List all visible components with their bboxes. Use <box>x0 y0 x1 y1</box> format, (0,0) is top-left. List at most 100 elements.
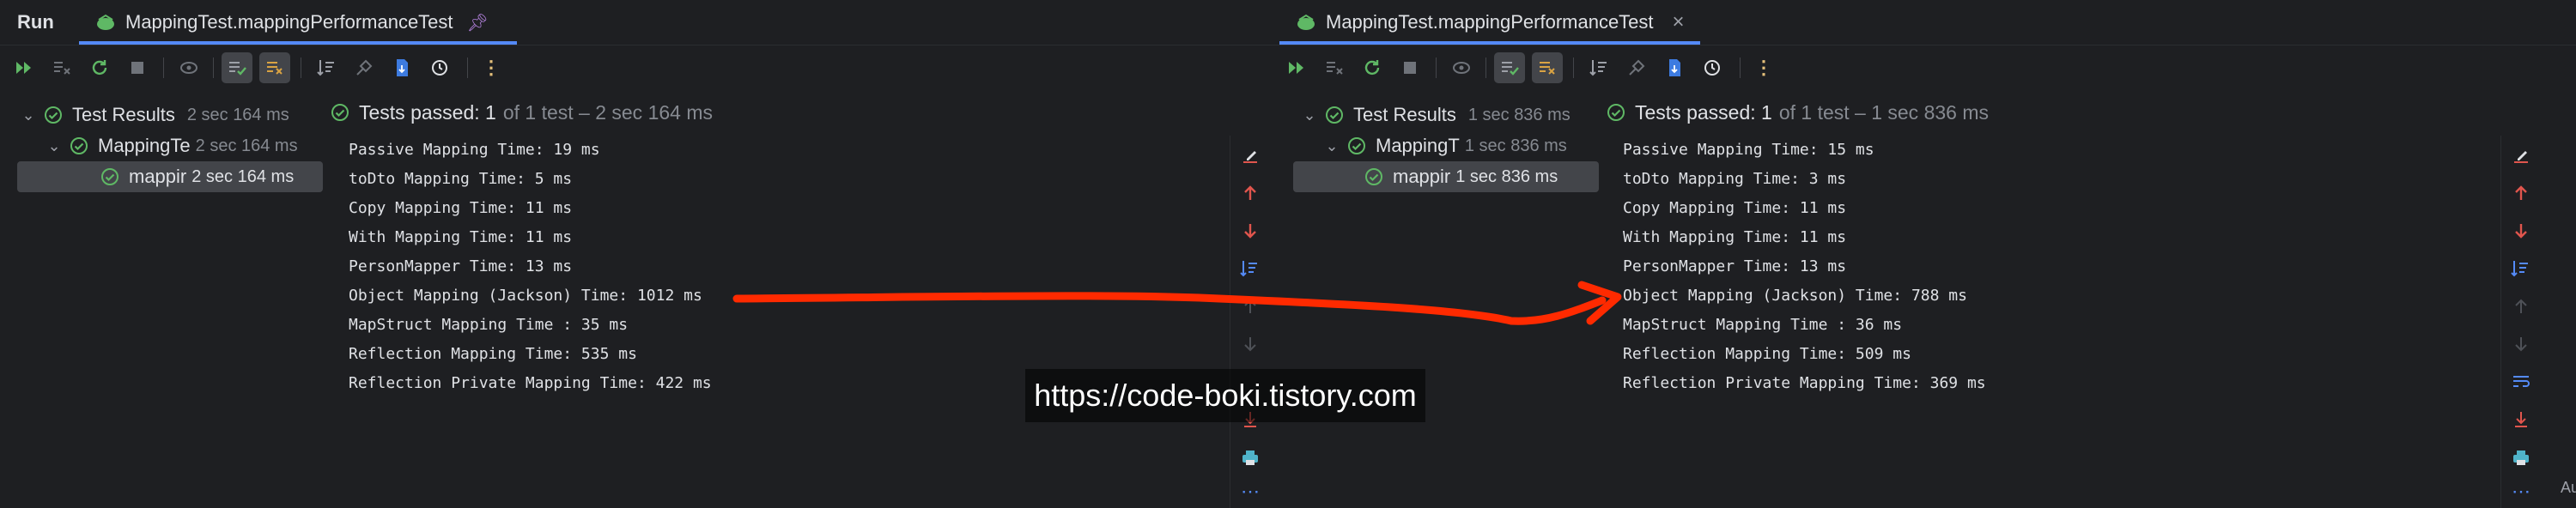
more-icon[interactable]: ⋯ <box>1239 481 1261 503</box>
arrow-down-icon[interactable] <box>1239 333 1261 355</box>
show-passed-icon[interactable] <box>222 52 252 83</box>
run-toolbar: ⋮ <box>1274 45 2576 90</box>
show-passed-icon[interactable] <box>1494 52 1525 83</box>
chevron-down-icon[interactable]: ⌄ <box>45 137 64 155</box>
tree-item-test-results[interactable]: ⌄ Test Results 1 sec 836 ms <box>1274 100 1599 130</box>
toolbar-separator <box>1485 57 1486 78</box>
arrow-up-icon[interactable] <box>2510 182 2532 204</box>
test-tree: ⌄ Test Results 1 sec 836 ms ⌄ MappingT 1… <box>1274 91 1599 508</box>
sort-icon[interactable] <box>1583 52 1614 83</box>
toolbar-separator <box>213 57 214 78</box>
console-line: Copy Mapping Time: 11 ms <box>1623 199 1847 217</box>
export-results-icon[interactable] <box>1659 52 1690 83</box>
tree-item-duration: 1 sec 836 ms <box>1455 166 1558 186</box>
tree-item-mapping-performance-test[interactable]: mappir 1 sec 836 ms <box>1293 161 1599 192</box>
console-line: Copy Mapping Time: 11 ms <box>349 199 573 217</box>
test-status-bar: Tests passed: 1 of 1 test – 2 sec 164 ms <box>330 91 713 134</box>
test-status-bar: Tests passed: 1 of 1 test – 1 sec 836 ms <box>1606 91 1989 134</box>
scroll-to-end-icon[interactable] <box>2510 408 2532 431</box>
clear-all-icon[interactable] <box>2510 144 2532 166</box>
toggle-auto-test-icon[interactable] <box>84 52 115 83</box>
chevron-down-icon[interactable]: ⌄ <box>1322 137 1341 155</box>
check-circle-icon <box>1326 106 1343 124</box>
check-circle-icon <box>101 168 118 185</box>
rerun-icon[interactable] <box>9 52 39 83</box>
tree-item-mapping-test[interactable]: ⌄ MappingT 1 sec 836 ms <box>1274 130 1599 161</box>
close-icon[interactable]: × <box>1673 10 1685 34</box>
toolbar-separator <box>1740 57 1741 78</box>
check-circle-icon <box>70 137 88 154</box>
chevron-down-icon[interactable]: ⌄ <box>19 106 38 124</box>
toolbar-separator <box>467 57 468 78</box>
console-output[interactable]: Passive Mapping Time: 15 ms toDto Mappin… <box>1599 136 2509 508</box>
check-circle-icon <box>1607 104 1625 121</box>
tree-item-mapping-test[interactable]: ⌄ MappingTe 2 sec 164 ms <box>0 130 325 161</box>
tests-summary: of 1 test – 1 sec 836 ms <box>1778 100 1989 124</box>
tree-item-duration: 2 sec 164 ms <box>186 105 289 124</box>
rerun-icon[interactable] <box>1281 52 1312 83</box>
arrow-down-icon[interactable] <box>2510 220 2532 242</box>
history-icon[interactable] <box>1697 52 1728 83</box>
toggle-auto-test-icon[interactable] <box>1357 52 1388 83</box>
eye-icon[interactable] <box>173 52 204 83</box>
tree-item-label: MappingTe <box>98 135 191 156</box>
soft-wrap-icon[interactable] <box>2510 371 2532 393</box>
console-line: Reflection Private Mapping Time: 422 ms <box>349 374 712 392</box>
console-sidebar: ⋯ <box>2500 136 2541 508</box>
left-run-panel: Run MappingTest.mappingPerformanceTest 📌… <box>0 0 1274 508</box>
tree-item-duration: 1 sec 836 ms <box>1464 136 1567 155</box>
pin-icon[interactable]: 📌︎ <box>467 12 489 33</box>
rerun-failed-icon[interactable] <box>1319 52 1350 83</box>
arrow-up-icon[interactable] <box>2510 295 2532 318</box>
console-line: PersonMapper Time: 13 ms <box>349 257 573 275</box>
active-tab-underline <box>1279 41 1700 45</box>
tree-item-test-results[interactable]: ⌄ Test Results 2 sec 164 ms <box>0 100 325 130</box>
stop-icon[interactable] <box>122 52 153 83</box>
check-circle-icon <box>45 106 62 124</box>
right-run-panel: MappingTest.mappingPerformanceTest × ⋮ ⌄… <box>1274 0 2576 508</box>
tree-item-duration: 2 sec 164 ms <box>195 136 298 155</box>
arrow-down-icon[interactable] <box>1239 220 1261 242</box>
clear-all-icon[interactable] <box>1239 144 1261 166</box>
run-tool-window-title: Run <box>17 11 54 33</box>
console-line: Passive Mapping Time: 15 ms <box>1623 141 1874 159</box>
console-output[interactable]: Passive Mapping Time: 19 ms toDto Mappin… <box>325 136 1226 508</box>
tab-label: MappingTest.mappingPerformanceTest <box>125 11 453 33</box>
toolbar-separator <box>1573 57 1574 78</box>
tree-item-mapping-performance-test[interactable]: mappir 2 sec 164 ms <box>17 161 323 192</box>
sort-lines-icon[interactable] <box>1239 257 1261 280</box>
tree-item-duration: 1 sec 836 ms <box>1467 105 1571 124</box>
check-circle-icon <box>1365 168 1382 185</box>
arrow-up-icon[interactable] <box>1239 182 1261 204</box>
import-tests-icon[interactable] <box>1621 52 1652 83</box>
show-ignored-icon[interactable] <box>259 52 290 83</box>
sort-icon[interactable] <box>311 52 342 83</box>
export-results-icon[interactable] <box>386 52 417 83</box>
tab-bar: Run MappingTest.mappingPerformanceTest 📌… <box>0 0 1274 45</box>
more-options-icon[interactable]: ⋮ <box>476 52 507 83</box>
test-tab-icon <box>97 14 114 30</box>
tab-mapping-performance-test[interactable]: MappingTest.mappingPerformanceTest 📌︎ <box>79 0 517 45</box>
stop-icon[interactable] <box>1394 52 1425 83</box>
print-icon[interactable] <box>1239 446 1261 469</box>
chevron-down-icon[interactable]: ⌄ <box>1300 106 1319 124</box>
tree-item-duration: 2 sec 164 ms <box>191 166 295 186</box>
arrow-down-icon[interactable] <box>2510 333 2532 355</box>
print-icon[interactable] <box>2510 446 2532 469</box>
check-circle-icon <box>1348 137 1365 154</box>
edge-text: Au <box>2561 479 2576 496</box>
watermark-url: https://code-boki.tistory.com <box>1025 369 1425 422</box>
rerun-failed-icon[interactable] <box>46 52 77 83</box>
more-icon[interactable]: ⋯ <box>2510 481 2532 503</box>
more-options-icon[interactable]: ⋮ <box>1748 52 1779 83</box>
tab-bar: MappingTest.mappingPerformanceTest × <box>1274 0 2576 45</box>
import-tests-icon[interactable] <box>349 52 380 83</box>
show-ignored-icon[interactable] <box>1532 52 1563 83</box>
tree-item-label: mappir <box>1393 166 1451 187</box>
sort-lines-icon[interactable] <box>2510 257 2532 280</box>
arrow-up-icon[interactable] <box>1239 295 1261 318</box>
tests-summary: of 1 test – 2 sec 164 ms <box>502 100 713 124</box>
eye-icon[interactable] <box>1446 52 1477 83</box>
tab-mapping-performance-test[interactable]: MappingTest.mappingPerformanceTest × <box>1279 0 1700 45</box>
history-icon[interactable] <box>424 52 455 83</box>
